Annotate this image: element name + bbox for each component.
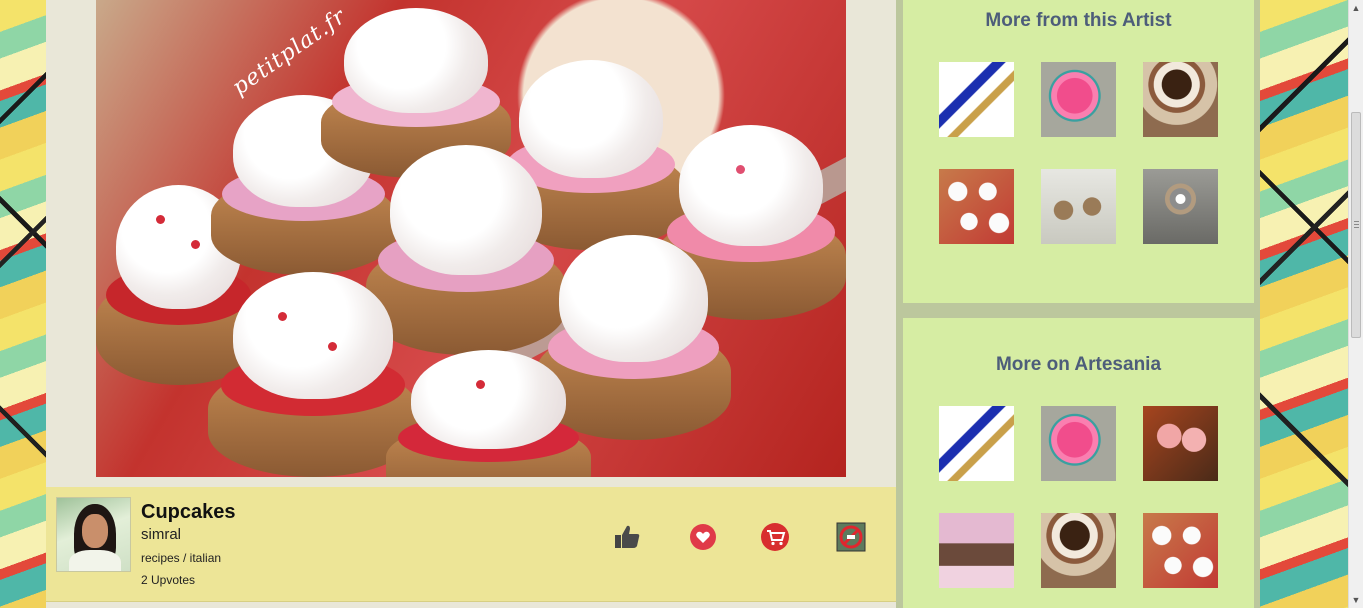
like-button[interactable] [688,522,718,552]
right-decorative-background [1260,0,1348,608]
thumbnail-jewelry-stand[interactable] [939,513,1014,588]
heart-icon [690,524,716,550]
artist-name[interactable]: simral [141,526,181,543]
thumbnail-cake-slice[interactable] [1143,62,1218,137]
thumbnail-necklace[interactable] [939,62,1014,137]
artist-avatar[interactable] [56,497,131,572]
more-from-artist-title: More from this Artist [985,10,1172,31]
artwork-category[interactable]: recipes / italian [141,551,221,565]
thumbnail-pink-pony[interactable] [1041,62,1116,137]
no-entry-icon [836,522,866,552]
more-from-artist-panel: More from this Artist [903,0,1254,303]
scroll-thumb[interactable] [1351,112,1361,338]
thumbnail-necklace[interactable] [939,406,1014,481]
thumbnail-owl-pendant[interactable] [1143,169,1218,244]
related-sidebar: More from this Artist More on Artesania [896,0,1260,608]
thumbs-up-icon [615,525,640,548]
add-to-cart-button[interactable] [760,522,790,552]
page-scrollbar[interactable]: ▲ ▼ [1348,0,1363,608]
artwork-photo[interactable]: petitplat.fr [96,0,846,477]
thumbnail-heart-lollipops[interactable] [1143,406,1218,481]
thumbnail-earrings[interactable] [1041,169,1116,244]
artwork-info-bar: Cupcakes simral recipes / italian 2 Upvo… [46,487,896,602]
scroll-down-arrow-icon[interactable]: ▼ [1349,592,1363,608]
artwork-main: petitplat.fr Cupcakes simral recipes / i… [46,0,896,608]
cart-icon [761,523,789,551]
scroll-up-arrow-icon[interactable]: ▲ [1349,0,1363,16]
thumbnail-pink-pony[interactable] [1041,406,1116,481]
more-on-artesania-title: More on Artesania [995,354,1162,375]
more-on-artesania-panel: More on Artesania [903,318,1254,608]
thumbnail-cupcakes[interactable] [1143,513,1218,588]
upvote-button[interactable] [612,522,642,552]
thumbnail-cake-slice[interactable] [1041,513,1116,588]
artwork-title: Cupcakes [141,501,236,523]
report-button[interactable] [836,522,866,552]
photo-cupcake [208,272,418,477]
left-decorative-background [0,0,46,608]
thumbnail-cupcakes[interactable] [939,169,1014,244]
upvote-count: 2 Upvotes [141,573,196,587]
